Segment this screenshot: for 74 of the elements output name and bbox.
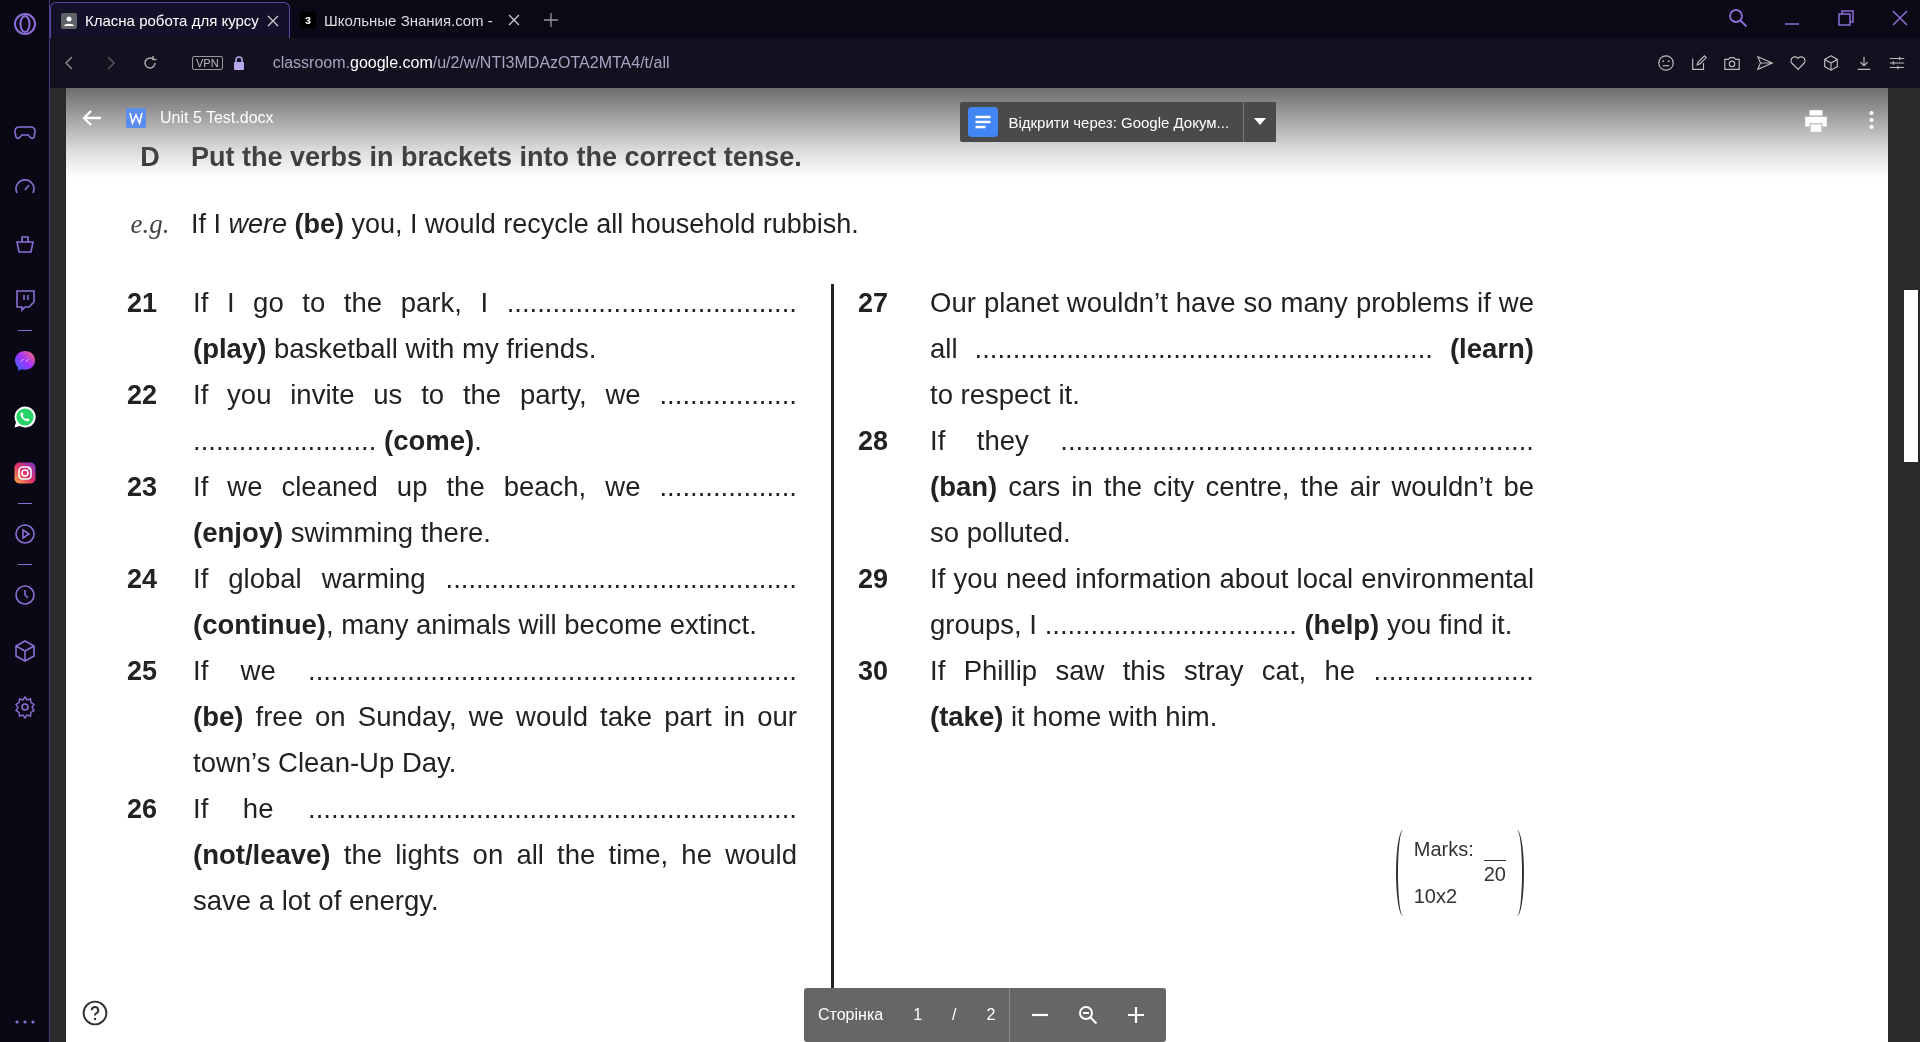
- page-number: 1: [913, 1006, 923, 1024]
- scrollbar-thumb[interactable]: [1904, 290, 1918, 462]
- question-number: 22: [126, 379, 159, 412]
- download-icon[interactable]: [1855, 54, 1873, 72]
- zoom-in-icon[interactable]: [1126, 1005, 1147, 1025]
- tab-favicon: з: [300, 12, 316, 28]
- settings-icon[interactable]: [12, 695, 37, 719]
- exercise-letter: D: [139, 142, 161, 173]
- question-text: If we cleaned up the beach, we .................. (enjoy) swimming there.: [193, 470, 797, 550]
- question-text: If we ................................................................ (be) free on Sunday, we would take part in our town’s Clean-Up Day.: [193, 654, 797, 780]
- lock-icon: [232, 56, 245, 70]
- question-number: 23: [126, 471, 159, 504]
- example-label: e.g.: [129, 209, 171, 240]
- sliders-icon[interactable]: [1888, 54, 1906, 72]
- face-icon[interactable]: [1657, 54, 1675, 72]
- browser-logo-icon[interactable]: [12, 12, 37, 36]
- close-icon[interactable]: [267, 14, 279, 27]
- more-icon[interactable]: [14, 1020, 35, 1024]
- question-number: 28: [857, 425, 890, 458]
- vpn-badge[interactable]: VPN: [192, 56, 223, 70]
- clock-icon[interactable]: [12, 583, 37, 607]
- question-text: If you invite us to the party, we .................. ........................ (come).: [193, 378, 797, 458]
- close-icon[interactable]: [1890, 8, 1910, 28]
- url-field[interactable]: classroom.google.com/u/2/w/NTI3MDAzOTA2MTA4/t/all: [272, 54, 670, 72]
- example-sentence: If I were (be) you, I would recycle all household rubbish.: [191, 209, 859, 240]
- restore-icon[interactable]: [1836, 8, 1856, 28]
- search-icon[interactable]: [1728, 8, 1748, 28]
- marks-label: Marks:: [1413, 838, 1474, 861]
- more-icon[interactable]: [1869, 110, 1874, 130]
- question-number: 21: [126, 287, 159, 320]
- question-text: If global warming .............................................. (continue), many animals will become extinct.: [193, 562, 797, 642]
- play-icon[interactable]: [12, 522, 37, 546]
- file-name: Unit 5 Test.docx: [160, 109, 274, 127]
- marks-total: 20: [1483, 860, 1506, 886]
- question-number: 24: [126, 563, 159, 596]
- question-text: Our planet wouldn’t have so many problems if we all ............................................................ (learn) to respect it.: [930, 286, 1534, 412]
- camera-icon[interactable]: [1723, 54, 1741, 72]
- question-text: If they .............................................................. (ban) cars in the city centre, the air wouldn’t be so polluted.: [930, 424, 1534, 550]
- help-icon[interactable]: [82, 1000, 108, 1026]
- question-text: If I go to the park, I ...................................... (play) basketball with my friends.: [193, 286, 797, 366]
- cube-icon[interactable]: [12, 639, 37, 663]
- open-with-button[interactable]: Відкрити через: Google Докум...: [960, 102, 1244, 142]
- question-number: 27: [857, 287, 890, 320]
- question-number: 26: [126, 793, 159, 826]
- question-text: If you need information about local environmental groups, I ................................. (help) you find it.: [930, 562, 1534, 642]
- marks-calculation: 10x2: [1413, 885, 1459, 908]
- exercise-instruction: Put the verbs in brackets into the correct tense.: [191, 142, 802, 173]
- print-icon[interactable]: [1803, 108, 1829, 134]
- page-total: 2: [986, 1006, 996, 1024]
- caret-icon: [1254, 118, 1267, 126]
- instagram-icon[interactable]: [12, 461, 37, 485]
- dropdown-button[interactable]: [1243, 102, 1277, 142]
- heart-icon[interactable]: [1789, 54, 1807, 72]
- word-file-icon: [126, 108, 146, 128]
- edit-icon[interactable]: [1690, 54, 1708, 72]
- question-number: 29: [857, 563, 890, 596]
- zoom-reset-icon[interactable]: [1078, 1005, 1099, 1025]
- question-number: 30: [857, 655, 890, 688]
- cube-icon[interactable]: [1822, 54, 1840, 72]
- send-icon[interactable]: [1756, 54, 1774, 72]
- whatsapp-icon[interactable]: [12, 405, 37, 429]
- docs-icon: [968, 107, 999, 137]
- messenger-icon[interactable]: [12, 349, 37, 373]
- reload-icon[interactable]: [142, 55, 158, 71]
- browser-tab[interactable]: Класна робота для курсу: [50, 2, 290, 38]
- question-text: If he ................................................................ (not/leave) the lights on all the time, he would save a lot of energy.: [193, 792, 797, 918]
- new-tab-icon[interactable]: [544, 13, 558, 27]
- page-label: Сторінка: [818, 1006, 884, 1024]
- close-icon[interactable]: [508, 14, 520, 26]
- question-number: 25: [126, 655, 159, 688]
- question-text: If Phillip saw this stray cat, he ..................... (take) it home with him.: [930, 654, 1534, 734]
- browser-tab[interactable]: з Школьные Знания.com -: [290, 2, 530, 38]
- person-icon: [61, 12, 77, 29]
- page-separator: /: [952, 1006, 957, 1024]
